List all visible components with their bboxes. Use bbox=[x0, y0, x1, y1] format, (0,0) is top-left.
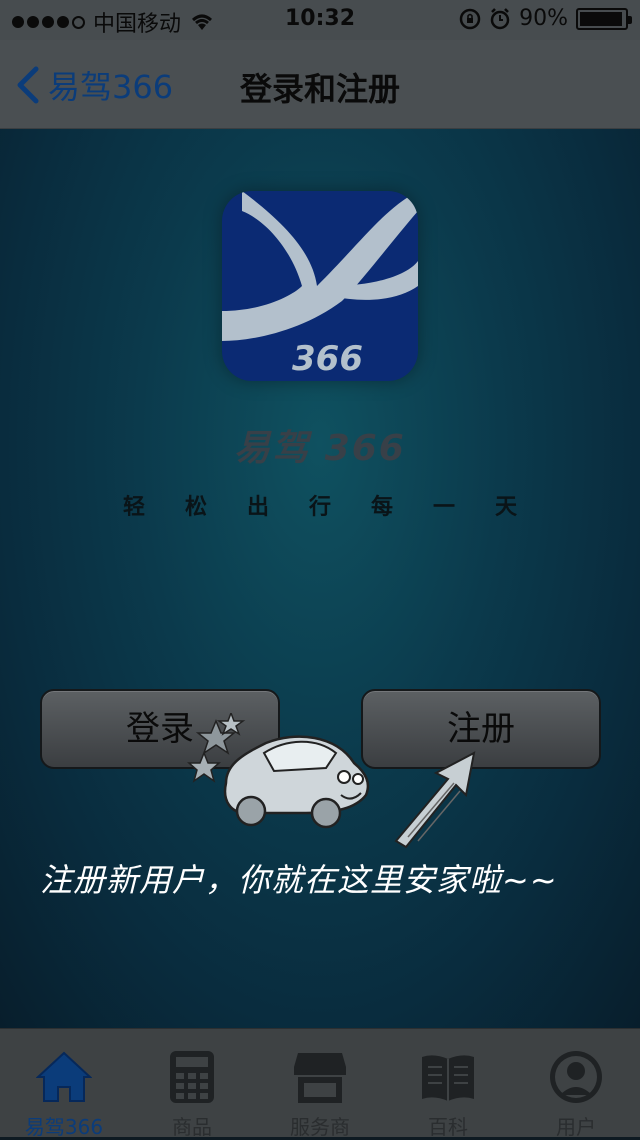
arrow-up-right-icon bbox=[394, 751, 476, 849]
main-content: 366 易驾 366 轻 松 出 行 每 一 天 登录 注册 注册新用户，你就在… bbox=[0, 129, 640, 1028]
slogan-char: 每 bbox=[370, 494, 393, 520]
navigation-bar: 易驾366 登录和注册 bbox=[0, 40, 640, 129]
tab-bar: 易驾366 商品 服务商 百科 用户 bbox=[0, 1028, 640, 1139]
calculator-icon bbox=[170, 1051, 214, 1103]
slogan-char: 天 bbox=[494, 494, 517, 520]
slogan-char: 一 bbox=[432, 494, 455, 520]
battery-percent: 90% bbox=[519, 6, 568, 31]
home-icon bbox=[36, 1051, 92, 1102]
app-logo: 366 bbox=[222, 191, 418, 381]
cartoon-car-icon bbox=[187, 713, 370, 829]
slogan-char: 行 bbox=[308, 494, 331, 520]
slogan-char: 出 bbox=[246, 494, 269, 520]
status-bar: 中国移动 10:32 90% bbox=[0, 0, 640, 40]
alarm-icon bbox=[490, 7, 510, 29]
tab-products[interactable]: 商品 bbox=[128, 1029, 256, 1139]
store-icon bbox=[294, 1053, 346, 1103]
brand-name: 易驾 366 bbox=[234, 428, 406, 469]
battery-icon bbox=[576, 7, 632, 30]
register-hint-text: 注册新用户，你就在这里安家啦~~ bbox=[40, 861, 558, 899]
logo-text: 366 bbox=[292, 339, 363, 379]
user-icon bbox=[550, 1051, 602, 1103]
rotation-lock-icon bbox=[459, 8, 481, 29]
book-icon bbox=[422, 1055, 474, 1101]
status-right: 90% bbox=[459, 6, 632, 31]
tab-user[interactable]: 用户 bbox=[512, 1029, 640, 1139]
page-title: 登录和注册 bbox=[239, 70, 400, 108]
tab-providers[interactable]: 服务商 bbox=[256, 1029, 384, 1139]
slogan-char: 松 bbox=[184, 494, 207, 520]
tab-encyclopedia[interactable]: 百科 bbox=[384, 1029, 512, 1139]
slogan-char: 轻 bbox=[122, 494, 145, 520]
tab-home[interactable]: 易驾366 bbox=[0, 1029, 128, 1139]
slogan: 轻 松 出 行 每 一 天 bbox=[0, 489, 640, 521]
